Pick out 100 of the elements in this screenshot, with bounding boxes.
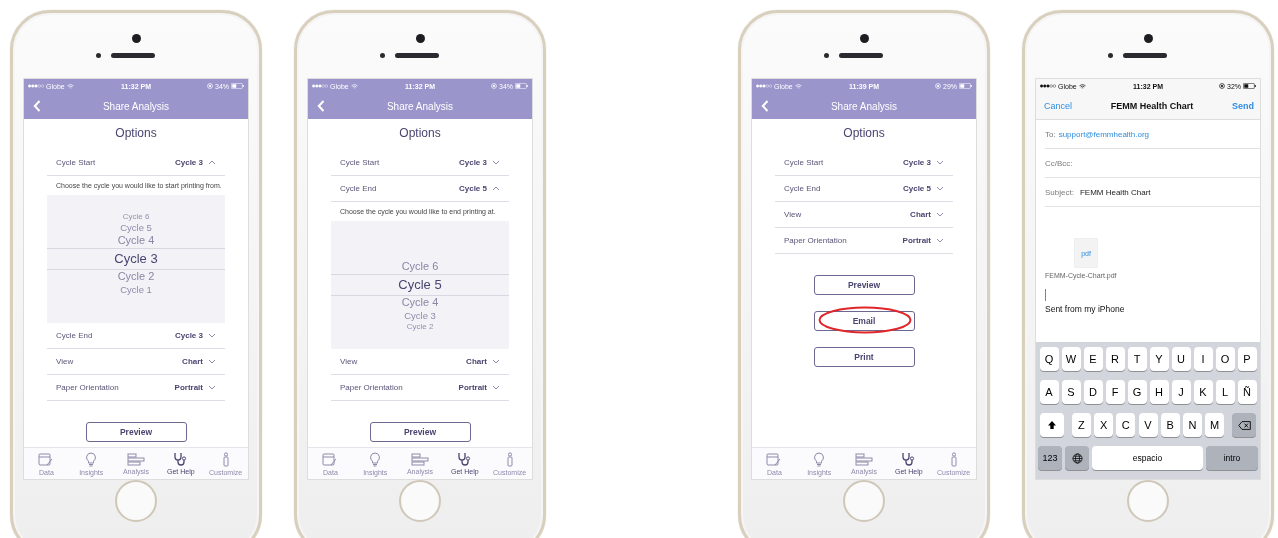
message-body: Sent from my iPhone: [1045, 304, 1126, 314]
battery-icon: [1243, 83, 1256, 89]
field-value[interactable]: FEMM Health Chart: [1079, 187, 1151, 197]
key[interactable]: H: [1149, 380, 1169, 404]
action-button[interactable]: Preview: [85, 422, 187, 442]
shift-icon: [1046, 420, 1057, 430]
key[interactable]: S: [1061, 380, 1081, 404]
figure-icon: [949, 451, 958, 467]
key[interactable]: Y: [1149, 347, 1169, 371]
action-button[interactable]: Preview: [813, 275, 915, 295]
globe-key[interactable]: [1065, 446, 1089, 470]
signal-icon: [28, 84, 44, 88]
key[interactable]: X: [1094, 413, 1114, 437]
speaker-grille: [110, 53, 155, 58]
option-dropdown[interactable]: Portrait: [174, 383, 216, 392]
option-dropdown[interactable]: Portrait: [902, 236, 944, 245]
cycle-picker[interactable]: Cycle 6 Cycle 5 Cycle 4 Cycle 3 Cycle 2 Cycle 1: [47, 195, 225, 323]
wifi-icon: [1078, 83, 1086, 89]
delete-key[interactable]: [1232, 413, 1257, 437]
key[interactable]: L: [1215, 380, 1235, 404]
numbers-key[interactable]: 123: [1038, 446, 1062, 470]
key[interactable]: G: [1127, 380, 1147, 404]
wifi-icon: [794, 83, 802, 89]
space-key[interactable]: espacio: [1092, 446, 1203, 470]
bars-icon: [411, 452, 429, 466]
key[interactable]: B: [1160, 413, 1180, 437]
key[interactable]: C: [1116, 413, 1136, 437]
key[interactable]: J: [1171, 380, 1191, 404]
field-label: To:: [1045, 129, 1056, 139]
option-dropdown[interactable]: Cycle 5: [458, 184, 500, 193]
home-button[interactable]: [115, 480, 157, 522]
lightbulb-icon: [85, 451, 98, 467]
option-label: View: [56, 357, 74, 366]
signal-icon: [1040, 84, 1056, 88]
option-dropdown[interactable]: Cycle 3: [174, 158, 216, 167]
battery-icon: [959, 83, 972, 89]
key[interactable]: Z: [1071, 413, 1091, 437]
back-icon[interactable]: [761, 100, 769, 112]
option-label: Cycle End: [56, 331, 93, 340]
option-dropdown[interactable]: Portrait: [458, 383, 500, 392]
lightbulb-icon: [369, 451, 382, 467]
calendar-icon: [322, 451, 339, 467]
sensor-dot: [379, 53, 385, 58]
back-icon[interactable]: [33, 100, 41, 112]
delete-icon: [1237, 420, 1251, 430]
action-button[interactable]: Print: [813, 347, 915, 367]
key[interactable]: D: [1083, 380, 1103, 404]
back-icon[interactable]: [317, 100, 325, 112]
speaker-grille: [838, 53, 883, 58]
recipient-address[interactable]: support@femmhealth.org: [1058, 129, 1150, 139]
key[interactable]: M: [1205, 413, 1225, 437]
key[interactable]: A: [1039, 380, 1059, 404]
key[interactable]: V: [1138, 413, 1158, 437]
option-label: Cycle Start: [784, 158, 824, 167]
figure-icon: [505, 451, 514, 467]
sensor-dot: [1107, 53, 1113, 58]
screen-title: Share Analysis: [102, 100, 170, 112]
return-key[interactable]: intro: [1206, 446, 1258, 470]
lightbulb-icon: [813, 451, 826, 467]
option-dropdown[interactable]: Cycle 3: [458, 158, 500, 167]
key[interactable]: U: [1171, 347, 1191, 371]
calendar-icon: [766, 451, 783, 467]
key[interactable]: P: [1237, 347, 1257, 371]
home-button[interactable]: [399, 480, 441, 522]
key[interactable]: N: [1182, 413, 1202, 437]
key[interactable]: I: [1193, 347, 1213, 371]
cycle-picker[interactable]: Cycle 6 Cycle 5 Cycle 4 Cycle 3 Cycle 2: [331, 221, 509, 349]
option-dropdown[interactable]: Cycle 5: [902, 184, 944, 193]
home-button[interactable]: [1127, 480, 1169, 522]
key[interactable]: R: [1105, 347, 1125, 371]
option-dropdown[interactable]: Cycle 3: [174, 331, 216, 340]
key[interactable]: T: [1127, 347, 1147, 371]
screen-title: Share Analysis: [830, 100, 898, 112]
orientation-lock-icon: [207, 83, 213, 89]
speaker-grille: [394, 53, 439, 58]
shift-key[interactable]: [1039, 413, 1064, 437]
option-dropdown[interactable]: Chart: [182, 357, 216, 366]
option-dropdown[interactable]: Chart: [910, 210, 944, 219]
action-button[interactable]: Email: [813, 311, 915, 331]
action-button[interactable]: Preview: [369, 422, 471, 442]
stethoscope-icon: [901, 452, 917, 466]
globe-icon: [1071, 452, 1083, 464]
key[interactable]: W: [1061, 347, 1081, 371]
key[interactable]: K: [1193, 380, 1213, 404]
option-dropdown[interactable]: Chart: [466, 357, 500, 366]
option-label: Cycle Start: [56, 158, 96, 167]
option-dropdown[interactable]: Cycle 3: [902, 158, 944, 167]
key[interactable]: Ñ: [1237, 380, 1257, 404]
key[interactable]: E: [1083, 347, 1103, 371]
section-heading: Options: [115, 126, 157, 140]
key[interactable]: Q: [1039, 347, 1059, 371]
wifi-icon: [350, 83, 358, 89]
picker-item[interactable]: Cycle 5: [331, 273, 509, 297]
key[interactable]: O: [1215, 347, 1235, 371]
key[interactable]: F: [1105, 380, 1125, 404]
home-button[interactable]: [843, 480, 885, 522]
picker-item[interactable]: Cycle 3: [47, 247, 225, 271]
orientation-lock-icon: [935, 83, 941, 89]
option-label: View: [340, 357, 358, 366]
camera-lens: [859, 34, 869, 43]
